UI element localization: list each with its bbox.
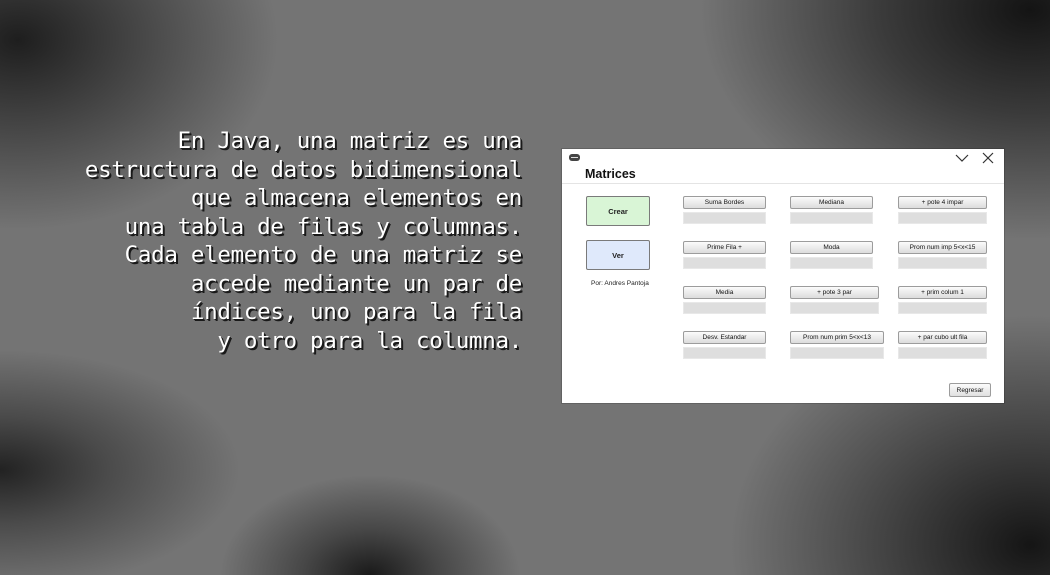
suma-bordes-result-field[interactable] [683, 212, 766, 224]
intro-line: En Java, una matriz es una [177, 128, 523, 154]
mediana-button[interactable]: Mediana [790, 196, 873, 209]
prim-colum-1-button[interactable]: + prim colum 1 [898, 286, 987, 299]
close-icon[interactable] [980, 151, 996, 165]
prom-num-prim-result-field[interactable] [790, 347, 884, 359]
par-cubo-ult-fila-result-field[interactable] [898, 347, 987, 359]
prim-colum-1-result-field[interactable] [898, 302, 987, 314]
pote-4-impar-result-field[interactable] [898, 212, 987, 224]
prime-fila-button[interactable]: Prime Fila + [683, 241, 766, 254]
prom-num-imp-button[interactable]: Prom num imp 5<x<15 [898, 241, 987, 254]
par-cubo-ult-fila-button[interactable]: + par cubo ult fila [898, 331, 987, 344]
window-title: Matrices [585, 167, 636, 181]
crear-button[interactable]: Crear [586, 196, 650, 226]
author-label: Por: Andres Pantoja [591, 280, 649, 287]
intro-line: estructura de datos bidimensional [84, 156, 522, 183]
intro-text: En Java, una matriz es una estructura de… [60, 127, 522, 355]
title-divider [562, 183, 1004, 184]
intro-line: y otro para la columna. [217, 327, 522, 354]
intro-line: índices, uno para la fila [190, 299, 522, 325]
media-button[interactable]: Media [683, 286, 766, 299]
mediana-result-field[interactable] [790, 212, 873, 224]
desv-estandar-button[interactable]: Desv. Estandar [683, 331, 766, 344]
intro-line: Cada elemento de una matriz se [124, 242, 523, 268]
chevron-down-icon[interactable] [954, 151, 970, 165]
app-menu-icon[interactable] [569, 154, 580, 161]
intro-line: accede mediante un par de [190, 270, 522, 297]
moda-button[interactable]: Moda [790, 241, 873, 254]
regresar-button[interactable]: Regresar [949, 383, 991, 397]
title-bar[interactable] [562, 149, 1004, 165]
prom-num-imp-result-field[interactable] [898, 257, 987, 269]
matrices-window: Matrices Crear Ver Por: Andres Pantoja S… [562, 149, 1004, 403]
intro-line: que almacena elementos en [190, 185, 522, 211]
prime-fila-result-field[interactable] [683, 257, 766, 269]
moda-result-field[interactable] [790, 257, 873, 269]
ver-button[interactable]: Ver [586, 240, 650, 270]
suma-bordes-button[interactable]: Suma Bordes [683, 196, 766, 209]
media-result-field[interactable] [683, 302, 766, 314]
prom-num-prim-button[interactable]: Prom num prim 5<x<13 [790, 331, 884, 344]
pote-4-impar-button[interactable]: + pote 4 impar [898, 196, 987, 209]
desv-estandar-result-field[interactable] [683, 347, 766, 359]
intro-line: una tabla de filas y columnas. [124, 213, 523, 240]
pote-3-par-result-field[interactable] [790, 302, 879, 314]
pote-3-par-button[interactable]: + pote 3 par [790, 286, 879, 299]
